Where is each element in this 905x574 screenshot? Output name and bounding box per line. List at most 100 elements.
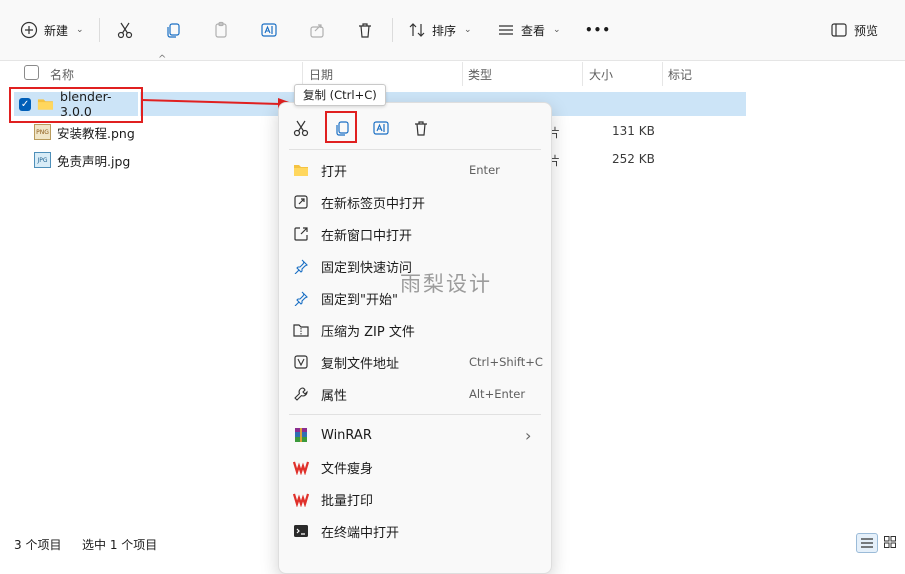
wps-print-icon: [293, 493, 309, 507]
menu-item-label: 属性: [321, 388, 348, 404]
jpg-file-icon: JPG: [34, 152, 51, 168]
folder-open-icon: [294, 165, 308, 176]
sort-button[interactable]: 排序 ⌄: [408, 14, 472, 46]
column-divider[interactable]: [462, 62, 463, 86]
chevron-right-icon: ›: [525, 425, 532, 445]
menu-item-batch-print[interactable]: 批量打印: [279, 484, 551, 514]
pin-start-icon: [294, 291, 308, 306]
menu-item-shortcut: Alt+Enter: [469, 387, 526, 401]
menu-item-label: 固定到"开始": [321, 292, 398, 308]
menu-divider: [289, 414, 541, 415]
table-row[interactable]: PNG 安装教程.png: [34, 120, 135, 144]
menu-item-label: 压缩为 ZIP 文件: [321, 324, 415, 340]
column-type[interactable]: 类型: [468, 64, 492, 84]
menu-item-winrar[interactable]: WinRAR ›: [279, 420, 551, 450]
tiles-view-button[interactable]: [880, 533, 900, 551]
menu-item-compress-zip[interactable]: 压缩为 ZIP 文件: [279, 315, 551, 345]
menu-delete-button[interactable]: [408, 115, 434, 141]
chevron-down-icon: ⌄: [76, 25, 84, 35]
file-size: 252 KB: [612, 152, 655, 166]
list-lines-icon: [499, 25, 513, 35]
rename-button[interactable]: [260, 14, 278, 46]
copy-tooltip: 复制 (Ctrl+C): [294, 84, 386, 106]
menu-item-file-slim[interactable]: 文件瘦身: [279, 452, 551, 482]
png-file-icon: PNG: [34, 124, 51, 140]
menu-item-label: 在新窗口中打开: [321, 228, 413, 244]
menu-item-label: 文件瘦身: [321, 461, 374, 477]
select-all-checkbox[interactable]: [24, 65, 39, 80]
chevron-down-icon: ⌄: [553, 25, 561, 35]
preview-button[interactable]: 预览: [830, 14, 878, 46]
menu-item-properties[interactable]: 属性 Alt+Enter: [279, 379, 551, 409]
new-label: 新建: [44, 23, 69, 38]
wps-icon: [293, 461, 309, 475]
sort-arrows-icon: [409, 23, 425, 37]
menu-item-shortcut: Ctrl+Shift+C: [469, 355, 543, 369]
view-button[interactable]: 查看 ⌄: [497, 14, 561, 46]
sort-label: 排序: [432, 23, 457, 38]
menu-item-label: WinRAR: [321, 427, 372, 443]
plus-circle-icon: [20, 21, 38, 39]
terminal-icon: [294, 525, 308, 537]
preview-label: 预览: [854, 23, 879, 38]
command-bar: 新建 ⌄ 排序 ⌄ 查看 ⌄ ••• 预览: [0, 0, 905, 61]
menu-item-label: 固定到快速访问: [321, 260, 413, 276]
menu-item-open-new-window[interactable]: 在新窗口中打开: [279, 219, 551, 249]
context-menu: 打开 Enter 在新标签页中打开 在新窗口中打开 固定到快速访问 固定到"开始…: [278, 102, 552, 574]
red-arrow-annotation: [141, 98, 296, 110]
menu-item-copy-path[interactable]: 复制文件地址 Ctrl+Shift+C: [279, 347, 551, 377]
column-divider[interactable]: [302, 62, 303, 86]
status-selected-count: 选中 1 个项目: [82, 538, 158, 552]
wrench-icon: [294, 387, 308, 401]
zip-icon: [293, 324, 309, 337]
more-icon: •••: [585, 23, 612, 37]
column-date[interactable]: 日期: [309, 64, 333, 84]
clipboard-icon: [215, 21, 227, 38]
trash-icon: [359, 23, 371, 38]
trash-icon: [415, 121, 427, 136]
column-divider[interactable]: [662, 62, 663, 86]
copy-button[interactable]: [164, 14, 182, 46]
scissors-icon: [117, 22, 133, 39]
menu-item-label: 在新标签页中打开: [321, 196, 426, 212]
scissors-icon: [293, 120, 309, 137]
new-button[interactable]: 新建 ⌄: [20, 14, 84, 46]
menu-item-label: 打开: [321, 164, 348, 180]
column-name[interactable]: 名称: [50, 64, 74, 84]
menu-cut-button[interactable]: [288, 115, 314, 141]
rename-icon: [373, 121, 389, 135]
details-view-button[interactable]: [856, 533, 878, 553]
column-size[interactable]: 大小: [589, 64, 613, 84]
delete-button[interactable]: [356, 14, 374, 46]
file-name: 免责声明.jpg: [57, 153, 131, 169]
copy-icon: [167, 23, 180, 38]
watermark-text: 雨梨设计: [400, 272, 492, 296]
share-icon: [310, 24, 324, 38]
new-tab-icon: [294, 195, 308, 209]
divider: [99, 18, 100, 42]
highlight-frame: [9, 87, 143, 123]
cut-button[interactable]: [116, 14, 134, 46]
file-name: 安装教程.png: [57, 125, 135, 141]
paste-button[interactable]: [212, 14, 230, 46]
copy-highlight-frame: [325, 111, 357, 143]
menu-item-label: 在终端中打开: [321, 525, 400, 541]
file-size: 131 KB: [612, 124, 655, 138]
menu-item-open-new-tab[interactable]: 在新标签页中打开: [279, 187, 551, 217]
winrar-icon: [295, 428, 307, 442]
rename-icon: [261, 23, 277, 37]
menu-item-open[interactable]: 打开 Enter: [279, 155, 551, 185]
tiles-view-icon: [884, 536, 896, 548]
menu-item-open-terminal[interactable]: 在终端中打开: [279, 516, 551, 546]
column-divider[interactable]: [582, 62, 583, 86]
more-button[interactable]: •••: [585, 14, 611, 46]
chevron-down-icon: ⌄: [464, 25, 472, 35]
sort-caret-icon: ^: [158, 54, 167, 65]
menu-rename-button[interactable]: [368, 115, 394, 141]
share-button[interactable]: [308, 14, 326, 46]
table-row[interactable]: JPG 免责声明.jpg: [34, 148, 130, 172]
copy-path-icon: [294, 355, 308, 369]
menu-item-shortcut: Enter: [469, 163, 500, 177]
pin-icon: [294, 259, 308, 274]
column-tags[interactable]: 标记: [668, 64, 692, 84]
